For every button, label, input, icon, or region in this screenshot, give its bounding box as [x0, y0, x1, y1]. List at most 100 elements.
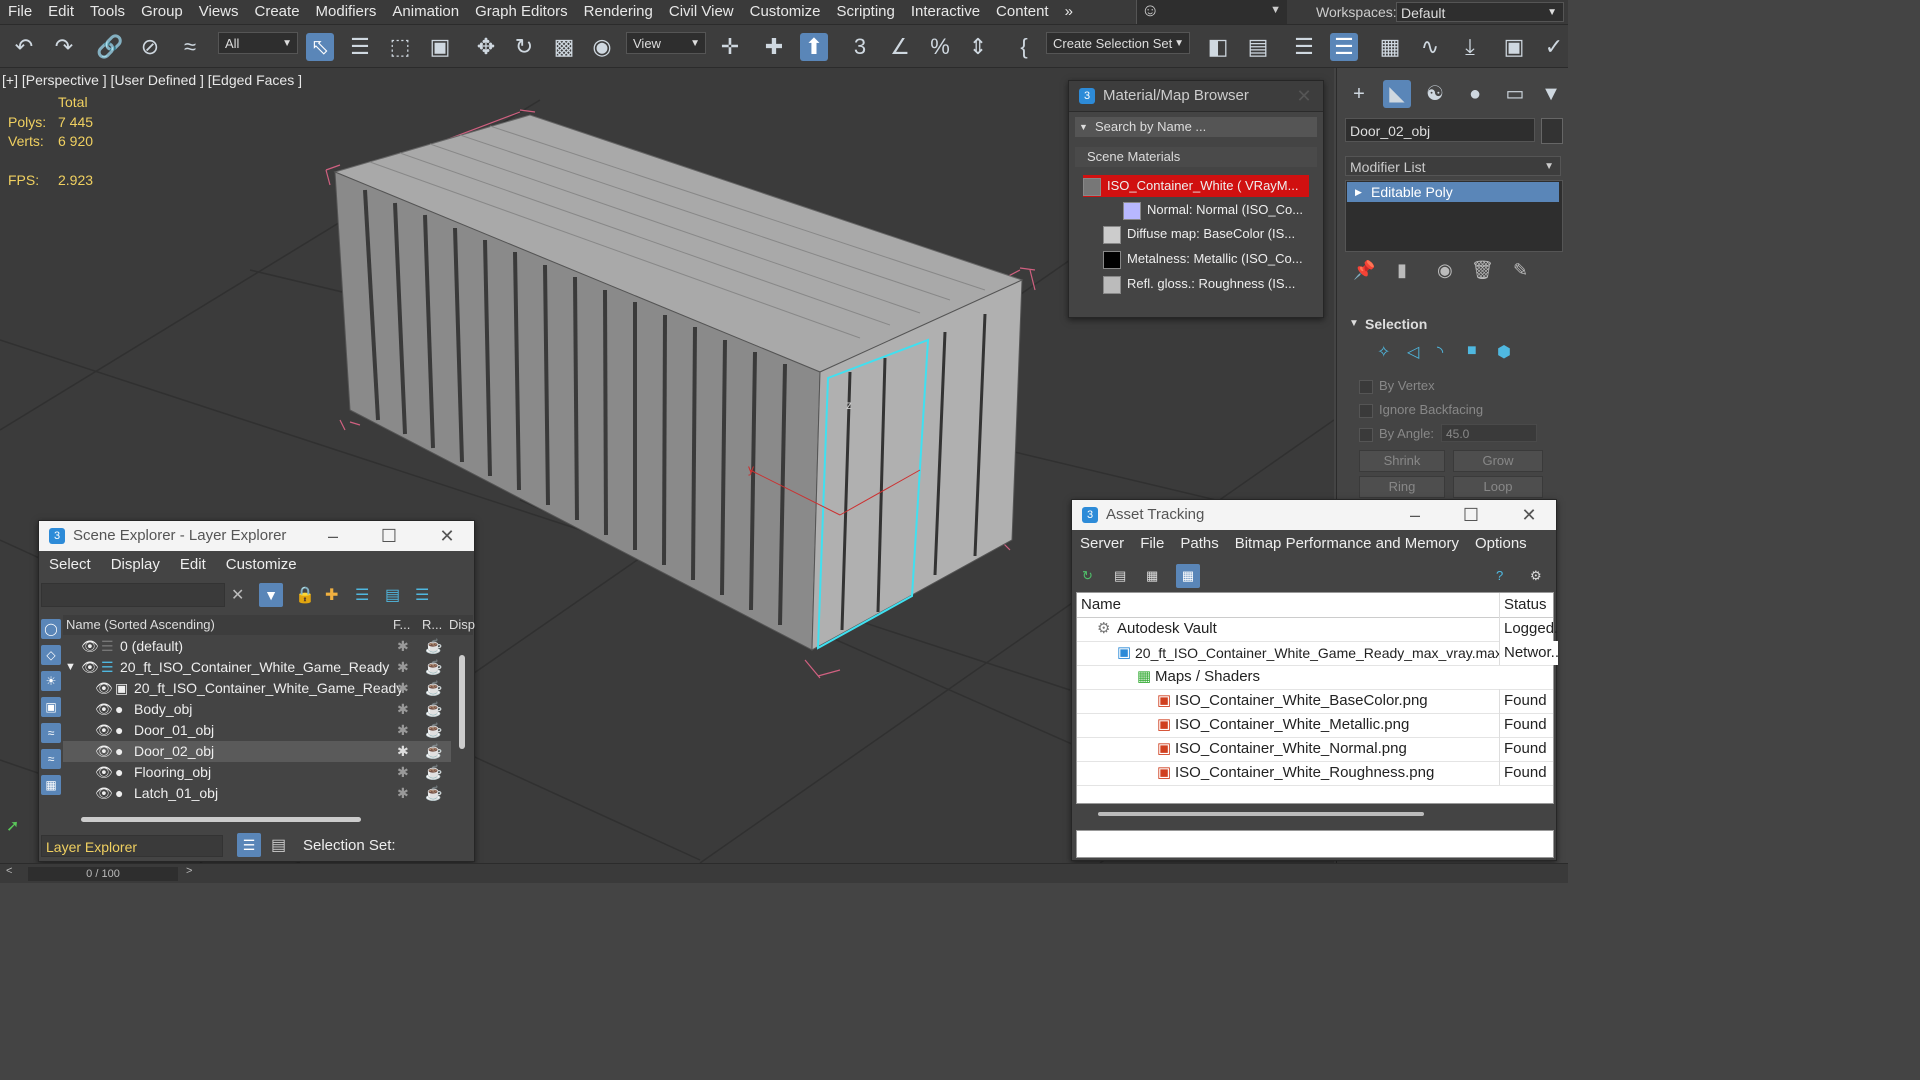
schematic-view-icon[interactable]: ⤓ [1456, 33, 1484, 61]
element-mode-icon[interactable]: ⬢ [1497, 342, 1511, 362]
render-teapot-icon[interactable]: ☕ [425, 720, 442, 741]
eye-icon[interactable]: 👁 [81, 657, 99, 678]
menu-interactive[interactable]: Interactive [903, 0, 988, 24]
shrink-button[interactable]: Shrink [1359, 450, 1445, 472]
eye-icon[interactable]: 👁 [95, 678, 113, 699]
group-filter-icon[interactable]: ▦ [41, 775, 61, 795]
object-row-selected[interactable]: 👁 ● Door_02_obj ✱ ☕ [63, 741, 451, 762]
render-teapot-icon[interactable]: ☕ [425, 699, 442, 720]
remove-modifier-icon[interactable]: 🗑 [1471, 260, 1494, 281]
create-tab-icon[interactable]: + [1345, 80, 1373, 108]
close-icon[interactable]: ✕ [1514, 500, 1544, 530]
by-angle-checkbox[interactable]: By Angle: [1359, 426, 1434, 442]
render-teapot-icon[interactable]: ☕ [425, 657, 442, 678]
eye-icon[interactable]: 👁 [95, 720, 113, 741]
explorer-type-dropdown[interactable]: Layer Explorer [41, 835, 223, 857]
ring-button[interactable]: Ring [1359, 476, 1445, 498]
window-crossing-icon[interactable]: ▣ [426, 33, 454, 61]
help-icon[interactable]: ? [1496, 568, 1503, 583]
menu-edit[interactable]: Edit [40, 0, 82, 24]
user-account-dropdown[interactable]: ☺ ▼ [1136, 0, 1287, 24]
minimize-icon[interactable]: – [1400, 500, 1430, 530]
menu-file[interactable]: File [0, 0, 40, 24]
display-none-icon[interactable]: ◯ [41, 619, 61, 639]
unlink-icon[interactable]: ⊘ [136, 33, 164, 61]
light-filter-icon[interactable]: ☀ [41, 671, 61, 691]
menu-customize[interactable]: Customize [216, 551, 307, 579]
asset-row[interactable]: ▣ ISO_Container_White_Normal.png Found [1077, 737, 1553, 762]
object-row[interactable]: 👁 ▣ 20_ft_ISO_Container_White_Game_Ready… [63, 678, 451, 699]
layer-row-expanded[interactable]: ▼ 👁 ☰ 20_ft_ISO_Container_White_Game_Rea… [63, 657, 451, 678]
mirror-icon[interactable]: ◧ [1204, 33, 1232, 61]
menu-edit[interactable]: Edit [170, 551, 216, 579]
menu-customize[interactable]: Customize [742, 0, 829, 24]
selection-filter-dropdown[interactable]: All ▼ [218, 32, 298, 54]
asset-row[interactable]: ▣ ISO_Container_White_BaseColor.png Foun… [1077, 689, 1553, 714]
scene-materials-header[interactable]: Scene Materials [1075, 147, 1317, 167]
vertex-mode-icon[interactable]: ✧ [1377, 342, 1390, 362]
object-row[interactable]: 👁 ● Door_01_obj ✱ ☕ [63, 720, 451, 741]
pin-stack-icon[interactable]: 📌 [1353, 260, 1375, 281]
snaps-toggle-icon[interactable]: 3 [846, 33, 874, 61]
viewport-label[interactable]: [+] [Perspective ] [User Defined ] [Edge… [2, 72, 302, 88]
make-unique-icon[interactable]: ◉ [1437, 260, 1453, 281]
named-selection-set-dropdown[interactable]: Create Selection Set ▼ [1046, 32, 1190, 54]
map-row-diffuse[interactable]: Diffuse map: BaseColor (IS... [1103, 223, 1309, 245]
menu-scripting[interactable]: Scripting [828, 0, 902, 24]
select-by-name-icon[interactable]: ☰ [346, 33, 374, 61]
horizontal-scrollbar[interactable] [81, 817, 361, 822]
object-row[interactable]: 👁 ● Body_obj ✱ ☕ [63, 699, 451, 720]
geometry-filter-icon[interactable]: ◇ [41, 645, 61, 665]
hierarchy-tab-icon[interactable]: ☯ [1421, 80, 1449, 108]
freeze-icon[interactable]: ✱ [397, 636, 409, 657]
maximize-icon[interactable]: ☐ [1456, 500, 1486, 530]
curve-editor-icon[interactable]: ∿ [1416, 33, 1444, 61]
freeze-icon[interactable]: ✱ [397, 741, 409, 762]
object-row[interactable]: 👁 ● Flooring_obj ✱ ☕ [63, 762, 451, 783]
next-frame-icon[interactable]: > [186, 865, 192, 877]
show-end-result-icon[interactable]: ▮ [1397, 260, 1407, 281]
scene-explorer-icon[interactable]: ☰ [1290, 33, 1318, 61]
material-row-iso-container[interactable]: ISO_Container_White ( VRayM... [1083, 175, 1309, 197]
ignore-backfacing-checkbox[interactable]: Ignore Backfacing [1359, 402, 1483, 418]
spinner-snap-icon[interactable]: ⇕ [964, 33, 992, 61]
menu-bitmap-performance[interactable]: Bitmap Performance and Memory [1227, 530, 1467, 558]
menu-display[interactable]: Display [101, 551, 170, 579]
hierarchy-mode-icon[interactable]: ▤ [271, 835, 286, 855]
rect-selection-icon[interactable]: ⬚ [386, 33, 414, 61]
select-object-icon[interactable]: ⬁ [306, 33, 334, 61]
table-view-icon[interactable]: ▦ [1146, 568, 1158, 584]
material-browser-titlebar[interactable]: 3 Material/Map Browser ✕ [1069, 81, 1323, 112]
maximize-icon[interactable]: ☐ [374, 521, 404, 551]
ribbon-icon[interactable]: ▦ [1376, 33, 1404, 61]
menu-animation[interactable]: Animation [384, 0, 467, 24]
menu-select[interactable]: Select [39, 551, 101, 579]
asset-tracking-titlebar[interactable]: 3 Asset Tracking – ☐ ✕ [1072, 500, 1556, 530]
asset-row[interactable]: ▣ ISO_Container_White_Roughness.png Foun… [1077, 761, 1553, 786]
render-teapot-icon[interactable]: ☕ [425, 636, 442, 657]
col-name[interactable]: Name (Sorted Ascending) [66, 615, 215, 635]
render-teapot-icon[interactable]: ☕ [425, 762, 442, 783]
prev-frame-icon[interactable]: < [6, 865, 12, 877]
angle-spinner[interactable]: 45.0 [1441, 424, 1537, 442]
menu-views[interactable]: Views [191, 0, 247, 24]
caret-down-icon[interactable]: ▼ [65, 657, 76, 678]
menu-graph-editors[interactable]: Graph Editors [467, 0, 576, 24]
eye-icon[interactable]: 👁 [95, 783, 113, 804]
pivot-center-icon[interactable]: ✛ [716, 33, 744, 61]
asset-row[interactable]: ▦ Maps / Shaders [1077, 665, 1553, 690]
redo-icon[interactable]: ↷ [50, 33, 78, 61]
layer-explorer-icon[interactable]: ☰ [1330, 33, 1358, 61]
menu-options[interactable]: Options [1467, 530, 1535, 558]
selection-rollout-header[interactable]: ▼ Selection [1345, 314, 1561, 334]
eye-icon[interactable]: 👁 [95, 762, 113, 783]
object-name-field[interactable]: Door_02_obj [1345, 118, 1535, 142]
loop-button[interactable]: Loop [1453, 476, 1543, 498]
scale-icon[interactable]: ▩ [550, 33, 578, 61]
align-icon[interactable]: ▤ [1244, 33, 1272, 61]
edit-named-selection-icon[interactable]: { [1010, 33, 1038, 61]
refresh-icon[interactable]: ↻ [1082, 568, 1093, 584]
menu-server[interactable]: Server [1072, 530, 1132, 558]
render-teapot-icon[interactable]: ☕ [425, 678, 442, 699]
menu-tools[interactable]: Tools [82, 0, 133, 24]
